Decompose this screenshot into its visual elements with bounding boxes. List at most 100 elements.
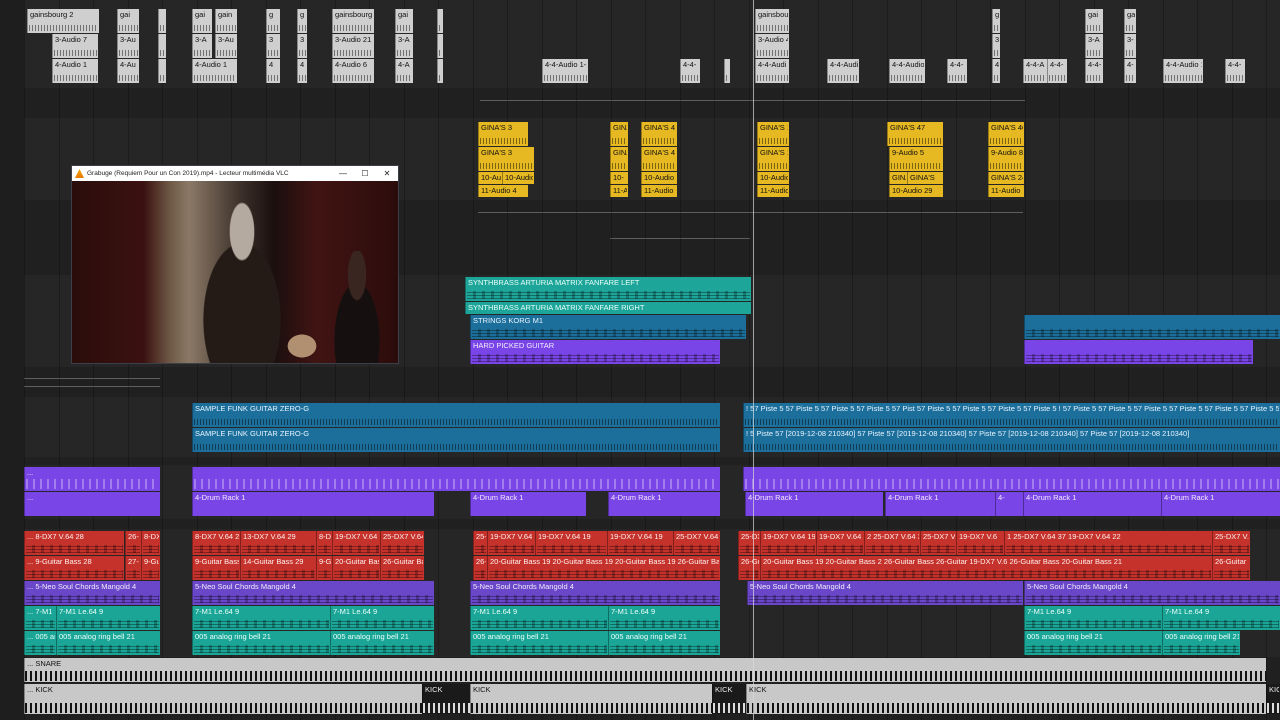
clip[interactable]: 26-Guitar — [1212, 556, 1250, 580]
clip[interactable]: 5-Neo Soul Chords Mangold 4 — [747, 581, 1023, 605]
clip[interactable]: GINA'S 4 — [641, 122, 677, 146]
clip[interactable]: 4 — [992, 59, 1000, 83]
clip[interactable]: 3-Audio 21 — [332, 34, 374, 58]
clip[interactable]: 005 analog ring bell 21 — [192, 631, 330, 655]
clip[interactable]: GINA — [610, 122, 628, 146]
clip[interactable]: 1 25-DX7 V.64 37 19-DX7 V.64 22 — [1004, 531, 1212, 555]
clip[interactable]: 9-Gui — [141, 556, 160, 580]
clip[interactable]: 4- — [995, 492, 1023, 516]
minimize-button[interactable]: — — [332, 166, 354, 181]
clip[interactable]: 4-4-Audio 1-1 — [542, 59, 588, 83]
clip[interactable]: 4-Drum Rack 1 — [885, 492, 995, 516]
clip[interactable]: 3- — [1124, 34, 1136, 58]
clip[interactable]: 10-Aud — [478, 172, 502, 184]
clip[interactable]: KICK — [1266, 684, 1280, 714]
clip[interactable]: 14-Guitar Bass 29 — [240, 556, 316, 580]
clip[interactable]: ... — [24, 492, 160, 516]
clip[interactable]: gainsbourg 2 — [27, 9, 99, 33]
clip[interactable] — [724, 59, 730, 83]
close-button[interactable]: ✕ — [376, 166, 398, 181]
clip[interactable]: 4-A — [395, 59, 413, 83]
clip[interactable]: 26-Guitar Ba — [380, 556, 424, 580]
clip[interactable]: 3-A — [192, 34, 212, 58]
clip[interactable] — [158, 59, 166, 83]
clip[interactable]: ... — [24, 467, 160, 491]
clip[interactable]: ... 7-M1 — [24, 606, 56, 630]
clip[interactable]: SAMPLE FUNK GUITAR ZERO-G — [192, 428, 720, 452]
clip[interactable]: 4-4-Audio 1- — [1163, 59, 1203, 83]
clip[interactable]: 19-DX7 V.64 19 — [487, 531, 535, 555]
clip[interactable]: GINA'S 1 — [757, 122, 789, 146]
clip[interactable]: KICK — [746, 684, 1266, 714]
maximize-button[interactable]: ☐ — [354, 166, 376, 181]
clip[interactable]: HARD PICKED GUITAR — [470, 340, 720, 364]
clip[interactable]: 4-Audio 1 — [52, 59, 98, 83]
clip[interactable]: 8-DX — [141, 531, 160, 555]
clip[interactable]: 005 analog ring bell 21 — [1024, 631, 1162, 655]
clip[interactable]: 4-4-A — [1023, 59, 1047, 83]
clip[interactable]: gai — [395, 9, 413, 33]
clip[interactable]: 3-Au — [117, 34, 139, 58]
clip[interactable]: 4-4- — [1085, 59, 1103, 83]
clip[interactable] — [437, 9, 443, 33]
clip[interactable]: 8-DX — [316, 531, 332, 555]
clip[interactable] — [437, 59, 443, 83]
clip[interactable]: ... KICK — [24, 684, 422, 714]
clip[interactable]: 4-Drum Rack 1 — [1161, 492, 1280, 516]
clip[interactable]: 9-Guitar Bass — [192, 556, 240, 580]
clip[interactable]: GINA — [889, 172, 907, 184]
clip[interactable]: 7-M1 Le.64 9 — [608, 606, 720, 630]
clip[interactable]: 26- — [473, 556, 487, 580]
clip[interactable]: 25- — [473, 531, 487, 555]
clip[interactable]: 19-DX7 V.6 — [956, 531, 1004, 555]
clip[interactable]: 13-DX7 V.64 29 — [240, 531, 316, 555]
clip[interactable]: gai — [192, 9, 212, 33]
clip[interactable]: 4-4-Audio — [889, 59, 925, 83]
clip[interactable]: GINA'S 4 — [641, 147, 677, 171]
clip[interactable]: 5-Neo Soul Chords Mangold 4 — [192, 581, 434, 605]
clip[interactable]: 4-4- — [1225, 59, 1245, 83]
clip[interactable]: 20-Guitar Bass 19 20-Guitar Bass 19 20-G… — [487, 556, 720, 580]
clip[interactable]: 25-DX — [738, 531, 760, 555]
clip[interactable]: 4-Drum Rack 1 — [470, 492, 586, 516]
clip[interactable] — [158, 34, 166, 58]
clip[interactable]: 4-4- — [1047, 59, 1067, 83]
clip[interactable]: 4-Drum Rack 1 — [745, 492, 883, 516]
clip[interactable] — [1024, 340, 1253, 364]
clip[interactable]: GINA'S 1( — [757, 147, 789, 171]
clip[interactable]: 25-DX7 V.64 — [380, 531, 424, 555]
clip[interactable]: 7-M1 Le.64 9 — [470, 606, 608, 630]
clip[interactable]: 3-Audio 4 — [755, 34, 789, 58]
clip[interactable]: 26- — [125, 531, 141, 555]
clip[interactable]: GINA'S 47 — [887, 122, 943, 146]
clip[interactable]: 25-DX7 V.64 — [673, 531, 720, 555]
clip[interactable]: 19-DX7 V.64 19 — [760, 531, 816, 555]
clip[interactable]: 4-4- — [680, 59, 700, 83]
clip[interactable]: 7-M1 Le.64 9 — [192, 606, 330, 630]
clip[interactable]: 005 analog ring bell 21 — [56, 631, 160, 655]
clip[interactable]: 19-DX7 V.64 2 — [332, 531, 380, 555]
clip[interactable]: 10-Audio — [641, 172, 677, 184]
clip[interactable]: 5-Neo Soul Chords Mangold 4 — [1024, 581, 1280, 605]
clip[interactable]: 11-A — [610, 185, 628, 197]
clip[interactable]: 19-DX7 V.64 19 — [607, 531, 673, 555]
clip[interactable]: 11-Audio — [641, 185, 677, 197]
clip[interactable]: 4-4-Audi — [827, 59, 859, 83]
clip[interactable]: 4-Audio 6 — [332, 59, 374, 83]
clip[interactable]: SAMPLE FUNK GUITAR ZERO-G — [192, 403, 720, 427]
clip[interactable]: 10-Audio — [757, 172, 789, 184]
clip[interactable]: 25-DX7 V. — [920, 531, 956, 555]
clip[interactable]: g — [297, 9, 307, 33]
clip[interactable] — [437, 34, 443, 58]
clip[interactable]: 3-Au — [215, 34, 237, 58]
vlc-titlebar[interactable]: Grabuge (Requiem Pour un Con 2019).mp4 -… — [72, 166, 398, 181]
clip[interactable]: 27- — [125, 556, 141, 580]
clip[interactable]: 4 — [297, 59, 307, 83]
clip[interactable]: ! 5 Piste 57 [2019-12-08 210340] 57 Pist… — [743, 428, 1280, 452]
clip[interactable]: ... 5-Neo Soul Chords Mangold 4 — [24, 581, 160, 605]
clip[interactable]: 005 analog ring bell 21 — [608, 631, 720, 655]
clip[interactable]: 3 — [266, 34, 280, 58]
clip[interactable]: KICK — [422, 684, 470, 714]
clip[interactable]: 7-M1 Le.64 9 — [330, 606, 434, 630]
clip[interactable]: 7-M1 Le.64 9 — [1162, 606, 1280, 630]
